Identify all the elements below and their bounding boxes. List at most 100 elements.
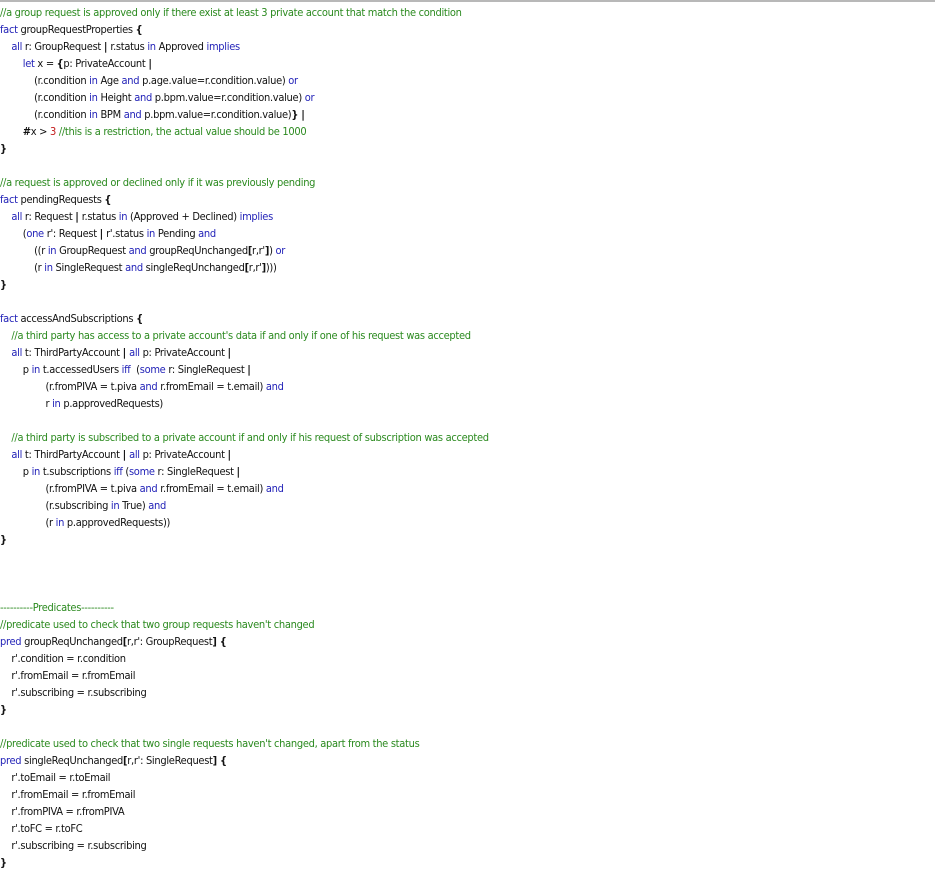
code-line[interactable]: //a group request is approved only if th… [0,4,462,21]
code-editor[interactable]: //a group request is approved only if th… [0,4,935,884]
code-line[interactable]: fact pendingRequests { [0,191,111,208]
punctuation-token: | [236,465,241,478]
code-line[interactable]: let x = {p: PrivateAccount | [0,55,152,72]
code-token: r.fromEmail = t.email) [160,482,266,495]
keyword-token: pred [0,635,25,648]
code-token: r [0,397,53,410]
punctuation-token: } [0,856,7,869]
code-line[interactable]: all r: Request | r.status in (Approved +… [0,208,273,225]
code-line[interactable]: //predicate used to check that two singl… [0,735,420,752]
code-token: r': Request [46,227,100,240]
keyword-token: all [11,448,25,461]
code-line[interactable]: fact groupRequestProperties { [0,21,143,38]
code-line[interactable]: (r.condition in BPM and p.bpm.value=r.co… [0,106,305,123]
keyword-token: and [134,91,155,104]
code-line[interactable]: (r in p.approvedRequests)) [0,514,170,531]
code-line[interactable]: pred singleReqUnchanged[r,r': SingleRequ… [0,752,227,769]
code-token: r: SingleRequest [168,363,248,376]
code-line[interactable]: ----------Predicates---------- [0,599,114,616]
code-token: r.status [81,210,119,223]
punctuation-token: ] { [212,754,227,767]
keyword-token: in [118,210,131,223]
code-line[interactable]: } [0,854,7,871]
code-line[interactable]: r'.subscribing = r.subscribing [0,684,146,701]
keyword-token: all [129,448,143,461]
code-line[interactable]: p in t.accessedUsers iff (some r: Single… [0,361,251,378]
punctuation-token: } [0,703,7,716]
code-line[interactable]: //predicate used to check that two group… [0,616,315,633]
keyword-token: iff [121,363,137,376]
code-line[interactable]: all r: GroupRequest | r.status in Approv… [0,38,240,55]
code-line[interactable]: r in p.approvedRequests) [0,395,163,412]
code-line[interactable]: (r.subscribing in True) and [0,497,166,514]
code-line[interactable]: pred groupReqUnchanged[r,r': GroupReques… [0,633,227,650]
code-token: x > [30,125,50,138]
code-token: r: GroupRequest [24,40,104,53]
keyword-token: some [139,363,169,376]
code-line[interactable]: ((r in GroupRequest and groupReqUnchange… [0,242,285,259]
code-line[interactable]: (r.fromPIVA = t.piva and r.fromEmail = t… [0,378,283,395]
code-line[interactable]: (one r': Request | r'.status in Pending … [0,225,216,242]
code-token: (r.subscribing [0,499,111,512]
keyword-token: all [11,346,25,359]
code-line[interactable]: //a third party has access to a private … [0,327,471,344]
punctuation-token: } [0,533,7,546]
code-line[interactable]: #x > 3 //this is a restriction, the actu… [0,123,307,140]
keyword-token: fact [0,193,21,206]
code-token: r.fromEmail = t.email) [160,380,266,393]
code-line[interactable]: fact accessAndSubscriptions { [0,310,143,327]
code-token: groupReqUnchanged [149,244,248,257]
code-line[interactable]: (r.condition in Height and p.bpm.value=r… [0,89,314,106]
keyword-token: pred [0,754,25,767]
code-token: singleReqUnchanged [24,754,124,767]
code-token: Height [100,91,135,104]
code-token: t: ThirdPartyAccount [24,346,123,359]
code-line[interactable]: r'.fromEmail = r.fromEmail [0,667,135,684]
code-token: p.age.value=r.condition.value) [142,74,289,87]
keyword-token: iff [113,465,126,478]
code-token: (r.fromPIVA = t.piva [0,380,140,393]
code-token: t.accessedUsers [42,363,122,376]
code-token: (( [0,244,42,257]
code-line[interactable]: all t: ThirdPartyAccount | all p: Privat… [0,344,231,361]
punctuation-token: { [104,193,112,206]
code-line[interactable]: } [0,276,7,293]
code-token: p.bpm.value=r.condition.value) [144,108,292,121]
code-token: ))) [265,261,277,274]
code-line[interactable]: r'.subscribing = r.subscribing [0,837,147,854]
code-line[interactable]: p in t.subscriptions iff (some r: Single… [0,463,240,480]
code-line[interactable]: r'.condition = r.condition [0,650,126,667]
code-line[interactable]: } [0,701,7,718]
code-line[interactable]: } [0,531,7,548]
comment-token: //a request is approved or declined only… [0,176,316,189]
code-line[interactable]: //a third party is subscribed to a priva… [0,429,489,446]
code-line[interactable]: all t: ThirdPartyAccount | all p: Privat… [0,446,231,463]
code-token: r'.subscribing = r.subscribing [0,839,147,852]
code-line[interactable]: r'.fromPIVA = r.fromPIVA [0,803,124,820]
keyword-token: and [125,261,146,274]
keyword-token: and [139,380,161,393]
code-line[interactable]: r'.toEmail = r.toEmail [0,769,110,786]
comment-token: //a third party has access to a private … [11,329,471,342]
code-token: r,r': SingleRequest [127,754,213,767]
keyword-token: or [304,91,315,104]
keyword-token: and [123,108,145,121]
keyword-token: implies [239,210,274,223]
code-line[interactable]: r'.fromEmail = r.fromEmail [0,786,135,803]
code-line[interactable]: (r in SingleRequest and singleReqUnchang… [0,259,277,276]
keyword-token: in [52,397,64,410]
code-token: p: PrivateAccount [142,346,228,359]
code-line[interactable]: r'.toFC = r.toFC [0,820,82,837]
code-token: r'.toFC = r.toFC [0,822,83,835]
code-line[interactable]: (r.condition in Age and p.age.value=r.co… [0,72,298,89]
number-token: 3 [49,125,59,138]
code-line[interactable]: //a request is approved or declined only… [0,174,315,191]
code-token: (r.condition [0,91,90,104]
code-line[interactable]: } [0,140,7,157]
code-line[interactable]: (r.fromPIVA = t.piva and r.fromEmail = t… [0,480,283,497]
punctuation-token: | [148,57,152,70]
